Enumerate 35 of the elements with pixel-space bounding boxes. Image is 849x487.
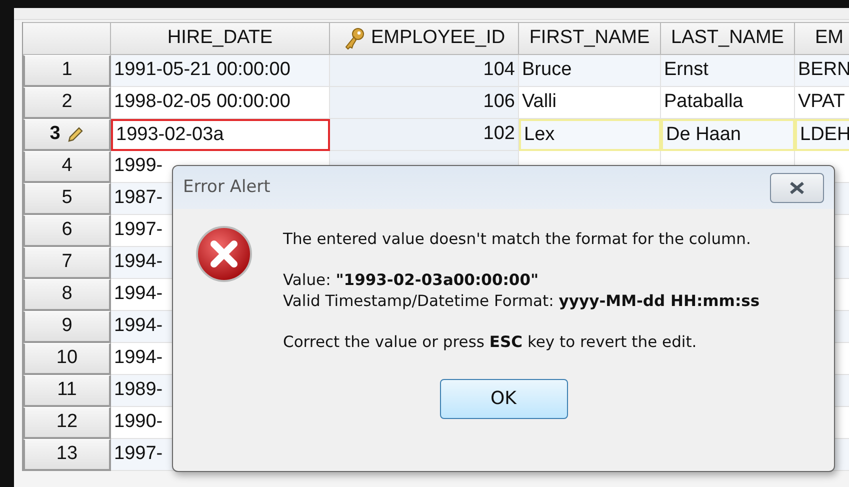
error-icon [195,225,253,283]
row-header[interactable]: 12 [23,407,111,439]
table-cell: Ernst [661,55,795,87]
table-cell: 1991-05-21 00:00:00 [111,55,330,87]
table-cell: 104 [330,55,519,87]
table-cell: Bruce [519,55,661,87]
column-header[interactable]: LAST_NAME [661,22,795,55]
key-icon [342,26,365,50]
row-header[interactable]: 10 [23,343,111,375]
row-header[interactable]: 8 [23,279,111,311]
column-header[interactable]: EMPLOYEE_ID [330,22,519,55]
row-header[interactable]: 7 [23,247,111,279]
cell-editor[interactable]: 1993-02-03a [111,119,330,151]
row-header[interactable]: 3 [23,119,111,151]
column-header[interactable]: FIRST_NAME [519,22,661,55]
close-button[interactable] [770,172,824,202]
row-header[interactable]: 2 [23,87,111,119]
table-cell: De Haan [661,119,795,151]
ok-button[interactable]: OK [440,378,568,419]
row-header[interactable]: 4 [23,151,111,183]
table-cell: BERN [795,55,849,87]
pencil-icon [66,126,84,144]
row-header[interactable]: 9 [23,311,111,343]
row-header[interactable]: 1 [23,55,111,87]
table-cell: 106 [330,87,519,119]
row-header[interactable]: 5 [23,183,111,215]
column-header[interactable]: EM [795,22,849,55]
table-cell: 102 [330,119,519,151]
table-cell: Lex [519,119,661,151]
row-header[interactable]: 11 [23,375,111,407]
close-icon [788,180,806,194]
row-header[interactable]: 13 [23,439,111,471]
column-header[interactable]: HIRE_DATE [111,22,330,55]
row-header[interactable]: 6 [23,215,111,247]
table-cell: LDEH [795,119,849,151]
